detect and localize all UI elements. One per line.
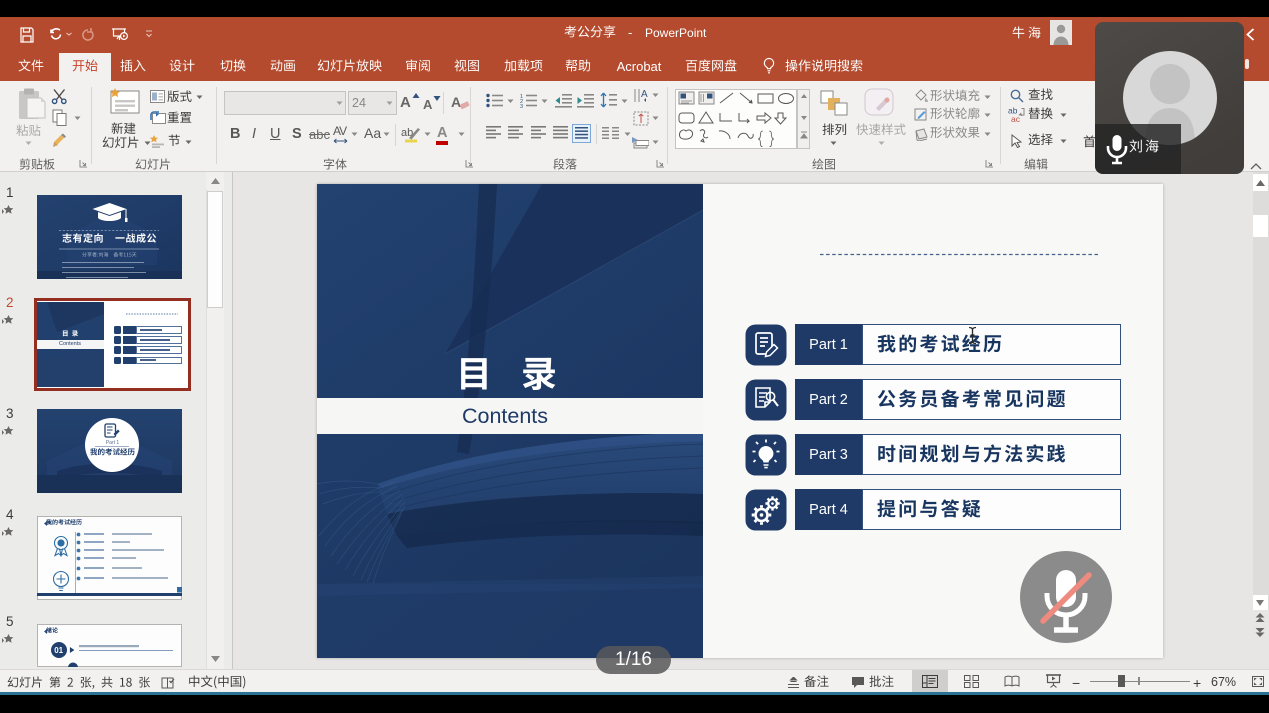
svg-text:A: A [641, 89, 648, 100]
svg-text:3: 3 [520, 104, 523, 108]
svg-text:01: 01 [54, 646, 63, 655]
svg-text:ac: ac [1011, 114, 1021, 123]
